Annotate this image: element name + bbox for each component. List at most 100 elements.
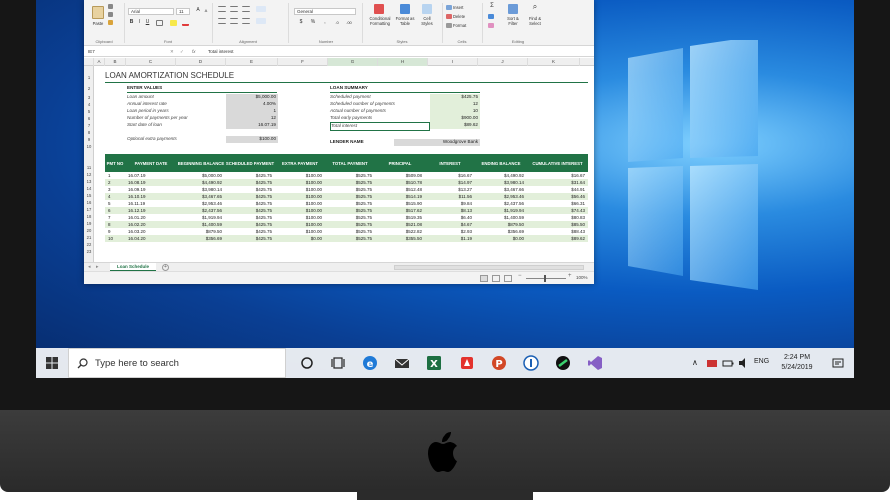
zoom-out-icon[interactable]: − <box>518 273 522 279</box>
cell-styles-button[interactable]: Cell Styles <box>418 16 436 26</box>
table-cell[interactable]: $100.00 <box>275 186 325 193</box>
align-middle-icon[interactable] <box>230 6 238 12</box>
column-header[interactable]: C <box>126 58 176 66</box>
row-header[interactable]: 14 <box>84 186 94 191</box>
next-sheet-icon[interactable]: ▸ <box>96 263 99 271</box>
col-header-extra-payment[interactable]: EXTRA PAYMENT <box>275 154 325 172</box>
sort-filter-icon[interactable] <box>508 4 518 14</box>
insert-button[interactable]: Insert <box>453 5 473 10</box>
table-cell[interactable]: $522.82 <box>375 228 425 235</box>
summary-label[interactable]: Scheduled number of payments <box>330 101 430 108</box>
table-cell[interactable]: 16.03.20 <box>125 228 177 235</box>
merge-center-icon[interactable] <box>256 18 266 24</box>
zoom-slider-handle[interactable] <box>544 275 546 282</box>
delete-icon[interactable] <box>446 14 452 19</box>
summary-label[interactable]: Total early payments <box>330 115 430 122</box>
table-cell[interactable]: $8.13 <box>425 207 475 214</box>
row-header[interactable]: 20 <box>84 228 94 233</box>
table-cell[interactable]: $525.75 <box>325 207 375 214</box>
col-header-payment-date[interactable]: PAYMENT DATE <box>125 154 177 172</box>
comma-style-icon[interactable]: , <box>320 20 330 25</box>
table-cell[interactable]: $13.27 <box>425 186 475 193</box>
row-header[interactable]: 21 <box>84 235 94 240</box>
table-cell[interactable]: $100.00 <box>275 207 325 214</box>
table-cell[interactable]: 7 <box>105 214 125 221</box>
cut-icon[interactable] <box>108 4 113 9</box>
table-cell[interactable]: $425.75 <box>225 235 275 242</box>
find-icon[interactable]: ⌕ <box>530 3 540 11</box>
row-header[interactable]: 12 <box>84 172 94 177</box>
table-cell[interactable]: $2,437.56 <box>177 207 225 214</box>
table-cell[interactable]: 16.07.19 <box>125 172 177 179</box>
table-cell[interactable]: $56.46 <box>527 193 588 200</box>
cortana-icon[interactable] <box>299 355 315 371</box>
font-color-icon[interactable] <box>182 20 189 26</box>
table-cell[interactable]: $525.75 <box>325 235 375 242</box>
decrease-decimal-icon[interactable]: .00 <box>344 20 354 25</box>
edge-icon[interactable]: e <box>362 355 378 371</box>
table-cell[interactable]: $3,467.65 <box>177 193 225 200</box>
normal-view-icon[interactable] <box>480 275 488 282</box>
table-cell[interactable]: $2,953.46 <box>177 200 225 207</box>
input-label[interactable]: Loan amount <box>127 94 227 101</box>
enter-values-header[interactable]: ENTER VALUES <box>127 85 162 92</box>
input-label[interactable]: Annual interest rate <box>127 101 227 108</box>
insert-icon[interactable] <box>446 5 452 10</box>
column-header[interactable]: J <box>478 58 528 66</box>
row-header[interactable]: 10 <box>84 144 94 149</box>
table-cell[interactable]: $525.75 <box>325 179 375 186</box>
row-header[interactable]: 7 <box>84 123 94 128</box>
powerpoint-icon[interactable]: P <box>491 355 507 371</box>
table-cell[interactable]: $425.75 <box>225 172 275 179</box>
col-header-scheduled-payment[interactable]: SCHEDULED PAYMENT <box>225 154 275 172</box>
formula-input[interactable]: Total interest <box>208 47 234 56</box>
name-box[interactable]: IE7 <box>88 47 95 56</box>
table-cell[interactable]: $425.75 <box>225 179 275 186</box>
loan-summary-header[interactable]: LOAN SUMMARY <box>330 85 368 92</box>
table-cell[interactable]: $425.75 <box>225 193 275 200</box>
table-cell[interactable]: $512.48 <box>375 186 425 193</box>
table-cell[interactable]: 16.01.20 <box>125 214 177 221</box>
table-cell[interactable]: $100.00 <box>275 179 325 186</box>
table-cell[interactable]: $425.75 <box>225 186 275 193</box>
input-label[interactable]: Start date of loan <box>127 122 227 129</box>
lender-name-label[interactable]: LENDER NAME <box>330 139 364 146</box>
table-cell[interactable]: $100.00 <box>275 172 325 179</box>
row-header[interactable]: 11 <box>84 165 94 170</box>
excel-icon[interactable]: X <box>426 355 442 371</box>
taskbar-search-box[interactable]: Type here to search <box>68 348 286 378</box>
input-value[interactable]: 1 <box>226 108 278 115</box>
page-break-icon[interactable] <box>504 275 512 282</box>
volume-icon[interactable] <box>738 357 750 369</box>
lender-name-value[interactable]: Woodgrove Bank <box>394 139 480 146</box>
row-header[interactable]: 1 <box>84 75 94 80</box>
table-cell[interactable]: $89.62 <box>527 235 588 242</box>
table-cell[interactable]: $3,467.66 <box>475 186 527 193</box>
table-cell[interactable]: $355.50 <box>375 235 425 242</box>
red-app-icon[interactable] <box>459 355 475 371</box>
table-cell[interactable]: $1,400.59 <box>475 214 527 221</box>
align-left-icon[interactable] <box>218 18 226 24</box>
fx-icon[interactable]: fx <box>192 47 196 56</box>
table-cell[interactable]: $525.75 <box>325 221 375 228</box>
paste-button[interactable]: Paste <box>88 21 108 26</box>
show-hidden-icons[interactable]: ∧ <box>692 358 698 367</box>
row-header[interactable]: 6 <box>84 116 94 121</box>
borders-icon[interactable] <box>156 20 163 26</box>
conditional-formatting-icon[interactable] <box>374 4 384 14</box>
zoom-in-icon[interactable]: + <box>568 273 572 279</box>
column-header[interactable]: K <box>528 58 580 66</box>
table-cell[interactable]: 16.04.20 <box>125 235 177 242</box>
format-icon[interactable] <box>446 23 452 28</box>
table-cell[interactable]: $0.00 <box>475 235 527 242</box>
fill-icon[interactable] <box>488 14 494 19</box>
summary-value[interactable]: $900.00 <box>430 115 480 122</box>
table-cell[interactable]: 10 <box>105 235 125 242</box>
table-cell[interactable]: $514.19 <box>375 193 425 200</box>
table-cell[interactable]: $521.08 <box>375 221 425 228</box>
table-cell[interactable]: 3 <box>105 186 125 193</box>
cancel-icon[interactable]: ✕ <box>170 47 174 56</box>
table-cell[interactable]: $425.75 <box>225 228 275 235</box>
zoom-slider[interactable] <box>526 278 566 279</box>
table-cell[interactable]: $2.93 <box>425 228 475 235</box>
